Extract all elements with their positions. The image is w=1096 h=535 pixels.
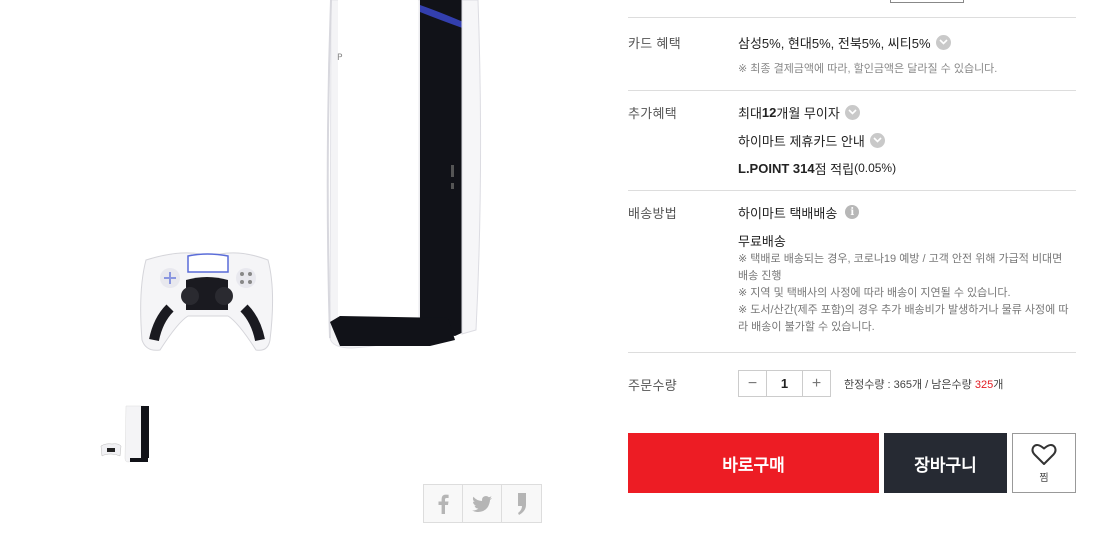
wishlist-label: 찜 [1039,472,1049,484]
chevron-down-icon[interactable] [844,104,860,120]
product-thumbnail[interactable] [96,400,156,466]
heart-icon [1031,443,1057,465]
installment-info: 최대 12 개월 무이자 [738,102,1078,122]
share-button[interactable] [502,485,541,522]
chevron-down-icon[interactable] [935,34,951,50]
decrease-quantity-button[interactable]: − [739,371,766,396]
order-quantity-label: 주문수량 [628,378,678,393]
extra-benefit-label: 추가혜택 [628,106,678,121]
lpoint-info: L.POINT 314 점 적립 (0.05%) [738,160,897,177]
share-icon [517,492,526,515]
share-bar [423,484,542,523]
card-benefit-label: 카드 혜택 [628,36,681,51]
twitter-icon [472,495,492,512]
shipping-method: 하이마트 택배배송 i [738,202,1078,222]
shipping-fee: 무료배송 [738,233,786,249]
add-to-cart-button[interactable]: 장바구니 [884,433,1007,493]
wishlist-button[interactable]: 찜 [1012,433,1076,493]
divider [628,190,1076,191]
divider [628,352,1076,353]
partner-card-info: 하이마트 제휴카드 안내 [738,130,1078,150]
divider [628,90,1076,91]
facebook-icon [438,494,449,514]
chevron-down-icon[interactable] [869,132,885,148]
card-benefit-note: ※ 최종 결제금액에 따라, 할인금액은 달라질 수 있습니다. [738,63,998,75]
svg-text:P: P [337,53,343,63]
quantity-input[interactable] [766,371,803,396]
shipping-label: 배송방법 [628,206,678,221]
facebook-share-button[interactable] [424,485,463,522]
quantity-limit-info: 한정수량 : 365개 / 남은수량 325개 [844,379,1004,391]
buy-now-button[interactable]: 바로구매 [628,433,879,493]
divider [628,17,1076,18]
card-benefit-value: 삼성5%, 현대5%, 전북5%, 씨티5% [738,32,1078,52]
info-icon[interactable]: i [845,205,860,219]
product-main-image: P [0,0,600,390]
increase-quantity-button[interactable]: + [803,371,830,396]
shipping-notes: ※ 택배로 배송되는 경우, 코로나19 예방 / 고객 안전 위해 가급적 비… [738,253,1069,333]
quantity-stepper: − + [738,370,831,397]
twitter-share-button[interactable] [463,485,502,522]
